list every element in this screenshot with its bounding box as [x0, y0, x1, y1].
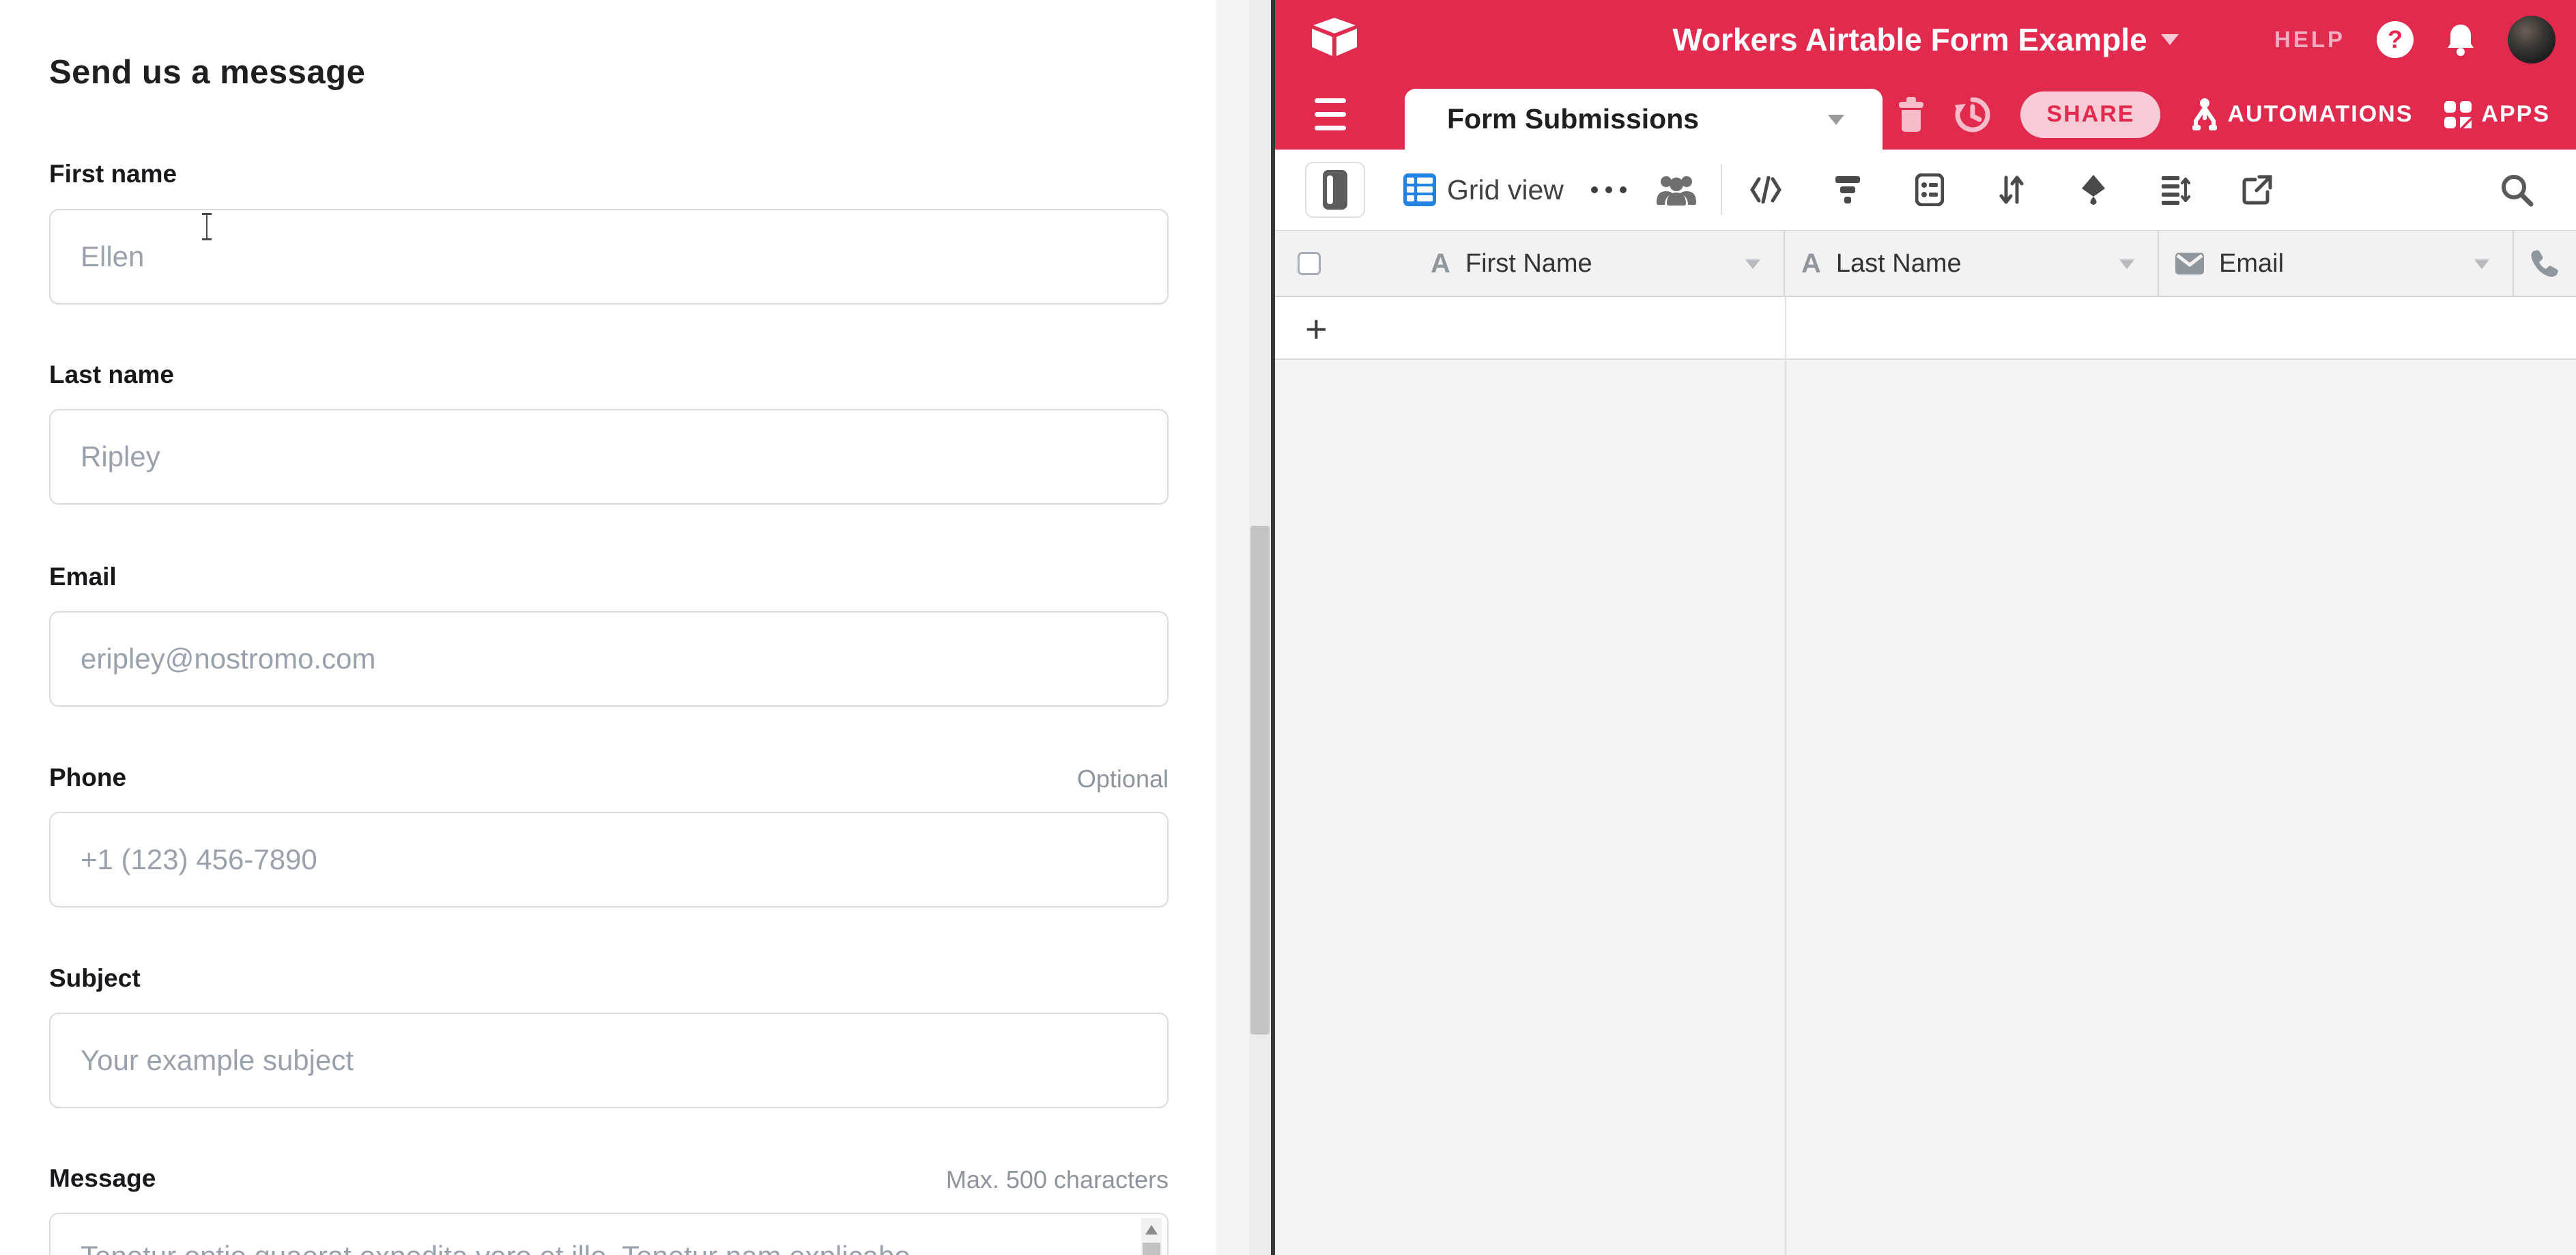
help-button[interactable]: HELP	[2274, 27, 2345, 53]
automations-button[interactable]: AUTOMATIONS	[2190, 98, 2413, 132]
email-input[interactable]	[49, 611, 1169, 707]
primary-column-divider	[1785, 297, 1786, 360]
pane-gutter	[1216, 0, 1275, 1255]
view-name: Grid view	[1447, 174, 1564, 206]
base-title-caret-icon[interactable]	[2161, 34, 2179, 45]
base-title[interactable]: Workers Airtable Form Example	[1672, 21, 2147, 58]
tables-menu-icon[interactable]	[1315, 98, 1346, 131]
share-button[interactable]: SHARE	[2020, 91, 2160, 138]
last-name-label: Last name	[49, 361, 174, 389]
help-question-icon[interactable]: ?	[2377, 21, 2414, 58]
active-table-name: Form Submissions	[1447, 103, 1699, 135]
column-header-email[interactable]: Email	[2159, 231, 2514, 296]
search-icon[interactable]	[2500, 173, 2534, 207]
text-cursor-icon	[199, 213, 214, 240]
collaborators-icon[interactable]	[1655, 173, 1698, 206]
email-field-icon	[2175, 253, 2204, 274]
page-title: Send us a message	[49, 53, 365, 91]
view-toolbar: Grid view	[1275, 150, 2576, 230]
panel-toggle-icon	[1323, 170, 1347, 210]
column-header-last-name[interactable]: A Last Name	[1785, 231, 2159, 296]
column-caret-icon[interactable]	[2474, 259, 2489, 269]
subject-label: Subject	[49, 964, 141, 993]
apps-icon	[2443, 100, 2473, 130]
view-options-ellipsis-icon[interactable]	[1591, 186, 1627, 193]
airtable-tabbar: Form Submissions	[1275, 79, 2576, 150]
primary-column-divider	[1785, 361, 1786, 1255]
phone-optional-note: Optional	[1077, 765, 1169, 793]
subject-input[interactable]	[49, 1013, 1169, 1108]
scroll-up-arrow-icon[interactable]	[1145, 1225, 1158, 1235]
column-caret-icon[interactable]	[1745, 259, 1760, 269]
column-caret-icon[interactable]	[2119, 259, 2134, 269]
textarea-scroll-thumb[interactable]	[1143, 1243, 1160, 1255]
phone-field-icon	[2530, 249, 2559, 278]
screenshot-root: Send us a message First name Last name E…	[0, 0, 2576, 1255]
contact-form-pane: Send us a message First name Last name E…	[0, 0, 1216, 1255]
first-name-input[interactable]	[49, 209, 1169, 305]
text-field-icon: A	[1801, 249, 1821, 279]
message-textarea[interactable]: Tenetur optio quaerat expedita vero et i…	[49, 1213, 1169, 1255]
phone-input[interactable]	[49, 812, 1169, 907]
user-avatar[interactable]	[2508, 16, 2556, 64]
textarea-scrollbar[interactable]	[1141, 1218, 1162, 1255]
page-scrollbar-thumb[interactable]	[1250, 526, 1270, 1034]
notifications-bell-icon[interactable]	[2445, 23, 2476, 56]
add-record-row[interactable]: +	[1275, 297, 2576, 360]
apps-button[interactable]: APPS	[2443, 100, 2550, 130]
add-record-plus-icon[interactable]: +	[1305, 307, 1328, 351]
filter-button[interactable]	[1831, 173, 1864, 206]
grid-view-icon	[1403, 173, 1436, 206]
message-label: Message	[49, 1164, 156, 1193]
column-header-first-name[interactable]: A First Name	[1275, 231, 1785, 296]
grid-header-row: A First Name A Last Name Email	[1275, 230, 2576, 297]
color-button[interactable]	[2077, 173, 2110, 206]
last-name-input[interactable]	[49, 409, 1169, 505]
email-label: Email	[49, 563, 117, 591]
view-sidebar-toggle-button[interactable]	[1305, 162, 1365, 218]
history-icon[interactable]	[1955, 97, 1990, 132]
first-name-label: First name	[49, 160, 177, 188]
airtable-topbar: Workers Airtable Form Example HELP ?	[1275, 0, 2576, 79]
view-switcher[interactable]: Grid view	[1403, 173, 1564, 206]
airtable-pane: Workers Airtable Form Example HELP ? For…	[1275, 0, 2576, 1255]
tab-form-submissions[interactable]: Form Submissions	[1405, 89, 1883, 150]
trash-icon[interactable]	[1898, 97, 1925, 132]
message-placeholder: Tenetur optio quaerat expedita vero et i…	[81, 1240, 911, 1255]
toolbar-divider	[1721, 165, 1722, 215]
phone-label: Phone	[49, 763, 126, 792]
share-view-button[interactable]	[2241, 173, 2274, 206]
hide-fields-button[interactable]	[1749, 173, 1782, 206]
grid-empty-area	[1275, 361, 2576, 1255]
row-height-button[interactable]	[2159, 173, 2192, 206]
automations-icon	[2190, 98, 2219, 132]
sort-button[interactable]	[1995, 173, 2028, 206]
table-caret-icon[interactable]	[1828, 115, 1844, 125]
group-button[interactable]	[1913, 173, 1946, 206]
text-field-icon: A	[1431, 249, 1450, 279]
message-max-chars-note: Max. 500 characters	[946, 1166, 1169, 1194]
column-header-phone[interactable]: Phone	[2514, 231, 2576, 296]
